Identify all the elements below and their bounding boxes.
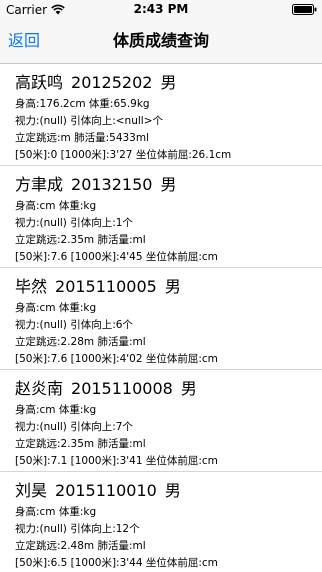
list-item[interactable]: 高跃鸣 20125202 男 身高:176.2cm 体重:65.9kg 视力:(nu… — [0, 64, 322, 166]
list-item[interactable]: 刘昊 2015110010 男 身高:cm 体重:kg 视力:(null) 引体向上… — [0, 472, 322, 572]
vision-pullup-line: 视力:(null) 引体向上:6个 — [15, 319, 133, 331]
jump-lung-line: 立定跳远:2.28m 肺活量:ml — [15, 336, 146, 348]
run-flex-line: [50米]:0 [1000米]:3'27 坐位体前屈:26.1cm — [15, 149, 232, 161]
student-gender: 男 — [180, 379, 197, 398]
student-gender: 男 — [164, 481, 181, 500]
score-list: 高跃鸣 20125202 男 身高:176.2cm 体重:65.9kg 视力:(nu… — [0, 64, 322, 572]
student-name: 毕然 — [15, 277, 48, 296]
height-weight-line: 身高:cm 体重:kg — [15, 506, 97, 518]
student-name: 高跃鸣 — [15, 73, 64, 92]
student-gender: 男 — [160, 73, 177, 92]
student-id: 20125202 — [71, 73, 153, 92]
jump-lung-line: 立定跳远:m 肺活量:5433ml — [15, 132, 150, 144]
run-flex-line: [50米]:7.6 [1000米]:4'02 坐位体前屈:cm — [15, 353, 218, 365]
run-flex-line: [50米]:7.6 [1000米]:4'45 坐位体前屈:cm — [15, 251, 218, 263]
run-flex-line: [50米]:6.5 [1000米]:3'44 坐位体前屈:cm — [15, 557, 218, 569]
list-item[interactable]: 方聿成 20132150 男 身高:cm 体重:kg 视力:(null) 引体向上:… — [0, 166, 322, 268]
student-id: 2015110010 — [55, 481, 157, 500]
student-header: 毕然 2015110005 男 — [15, 276, 322, 298]
status-bar: Carrier 2:43 PM — [0, 0, 322, 20]
page-title: 体质成绩查询 — [112, 31, 209, 50]
student-id: 20132150 — [71, 175, 153, 194]
vision-pullup-line: 视力:(null) 引体向上:1个 — [15, 217, 133, 229]
run-flex-line: [50米]:7.1 [1000米]:3'41 坐位体前屈:cm — [15, 455, 218, 467]
vision-pullup-line: 视力:(null) 引体向上:12个 — [15, 523, 140, 535]
student-gender: 男 — [164, 277, 181, 296]
list-item[interactable]: 赵炎南 2015110008 男 身高:cm 体重:kg 视力:(null) 引体向… — [0, 370, 322, 472]
battery-icon — [292, 4, 317, 15]
screen: Carrier 2:43 PM 返回 体质成绩查询 高跃鸣 20125202 男 身… — [0, 0, 322, 572]
status-time: 2:43 PM — [133, 2, 189, 16]
student-header: 高跃鸣 20125202 男 — [15, 72, 322, 94]
height-weight-line: 身高:176.2cm 体重:65.9kg — [15, 98, 150, 110]
height-weight-line: 身高:cm 体重:kg — [15, 404, 97, 416]
list-item[interactable]: 毕然 2015110005 男 身高:cm 体重:kg 视力:(null) 引体向上… — [0, 268, 322, 370]
height-weight-line: 身高:cm 体重:kg — [15, 200, 97, 212]
student-header: 赵炎南 2015110008 男 — [15, 378, 322, 400]
student-name: 刘昊 — [15, 481, 48, 500]
navigation-bar: 返回 体质成绩查询 — [0, 20, 322, 64]
jump-lung-line: 立定跳远:2.35m 肺活量:ml — [15, 438, 146, 450]
vision-pullup-line: 视力:(null) 引体向上:<null>个 — [15, 115, 163, 127]
jump-lung-line: 立定跳远:2.48m 肺活量:ml — [15, 540, 146, 552]
jump-lung-line: 立定跳远:2.35m 肺活量:ml — [15, 234, 146, 246]
student-header: 刘昊 2015110010 男 — [15, 480, 322, 502]
student-id: 2015110005 — [55, 277, 157, 296]
student-id: 2015110008 — [71, 379, 173, 398]
student-name: 方聿成 — [15, 175, 64, 194]
student-header: 方聿成 20132150 男 — [15, 174, 322, 196]
vision-pullup-line: 视力:(null) 引体向上:7个 — [15, 421, 133, 433]
height-weight-line: 身高:cm 体重:kg — [15, 302, 97, 314]
student-gender: 男 — [160, 175, 177, 194]
student-name: 赵炎南 — [15, 379, 64, 398]
